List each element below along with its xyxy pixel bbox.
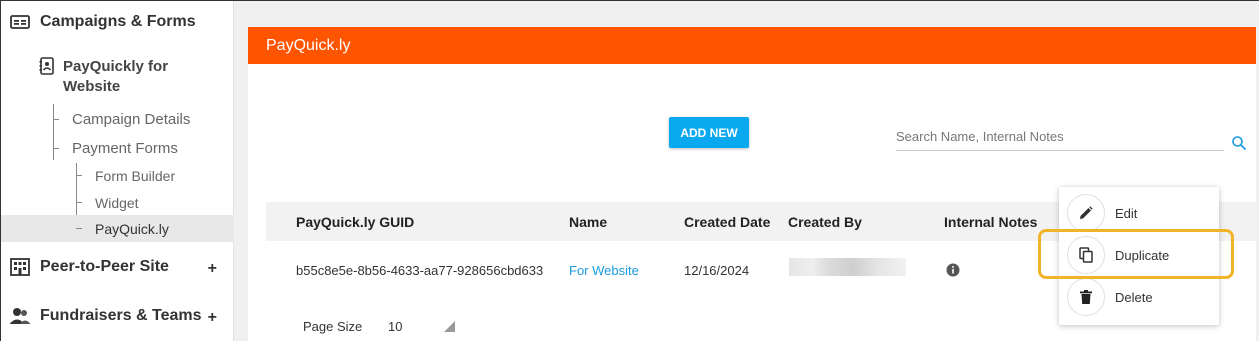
sidebar-item-payment-forms[interactable]: Payment Forms: [72, 140, 178, 157]
column-header-guid[interactable]: PayQuick.ly GUID: [296, 214, 414, 230]
sidebar: Campaigns & Forms PayQuickly for Website…: [1, 1, 234, 341]
contact-book-icon: [39, 57, 55, 75]
search-input[interactable]: [896, 123, 1224, 150]
pencil-icon: [1067, 194, 1105, 232]
sidebar-item-form-builder[interactable]: Form Builder: [95, 168, 175, 184]
tree-line: [53, 119, 59, 120]
delete-label: Delete: [1115, 289, 1153, 305]
expand-fundraisers-button[interactable]: +: [208, 309, 217, 327]
column-header-internal-notes[interactable]: Internal Notes: [944, 214, 1037, 230]
search-wrapper: [896, 123, 1224, 151]
cell-created-date: 12/16/2024: [684, 263, 750, 278]
add-new-button[interactable]: ADD NEW: [669, 117, 749, 148]
column-header-name[interactable]: Name: [569, 214, 607, 230]
page-size-label: Page Size: [303, 319, 363, 334]
edit-menu-item[interactable]: Edit: [1067, 194, 1217, 232]
sidebar-item-peer-to-peer[interactable]: Peer-to-Peer Site: [9, 258, 169, 276]
sidebar-item-payquickly[interactable]: PayQuick.ly: [95, 221, 169, 237]
tree-line: [76, 228, 82, 229]
search-icon[interactable]: [1231, 135, 1247, 151]
panel-title: PayQuick.ly: [248, 27, 1256, 64]
cell-guid: b55c8e5e-8b56-4633-aa77-928656cbd633: [296, 263, 544, 278]
building-icon: [9, 258, 31, 276]
sidebar-item-label: Fundraisers & Teams: [40, 307, 202, 324]
dropdown-caret-icon[interactable]: [444, 321, 455, 332]
tree-line: [53, 148, 59, 149]
column-header-created-by[interactable]: Created By: [788, 214, 862, 230]
cell-created-by-redacted: [789, 258, 906, 276]
sidebar-item-label: Campaigns & Forms: [40, 13, 196, 30]
id-card-icon: [9, 13, 31, 31]
sidebar-item-widget[interactable]: Widget: [95, 195, 139, 211]
tree-line: [53, 104, 54, 160]
sidebar-item-campaigns-forms[interactable]: Campaigns & Forms: [9, 13, 196, 31]
column-header-created-date[interactable]: Created Date: [684, 214, 770, 230]
people-icon: [9, 307, 31, 325]
tree-line: [76, 175, 82, 176]
sidebar-item-campaign[interactable]: PayQuickly for Website: [39, 57, 189, 97]
info-icon[interactable]: [946, 263, 960, 277]
sidebar-item-label: Peer-to-Peer Site: [40, 258, 169, 275]
tree-line: [76, 202, 82, 203]
cell-name-link[interactable]: For Website: [569, 263, 639, 278]
expand-peer-to-peer-button[interactable]: +: [208, 260, 217, 278]
sidebar-item-campaign-details[interactable]: Campaign Details: [72, 111, 190, 128]
page-size-select[interactable]: 10: [388, 319, 402, 334]
duplicate-highlight-annotation: [1038, 229, 1234, 279]
sidebar-item-label: PayQuickly for Website: [63, 58, 169, 95]
sidebar-item-fundraisers-teams[interactable]: Fundraisers & Teams: [9, 307, 202, 325]
delete-menu-item[interactable]: Delete: [1067, 278, 1217, 316]
edit-label: Edit: [1115, 205, 1138, 221]
trash-icon: [1067, 278, 1105, 316]
